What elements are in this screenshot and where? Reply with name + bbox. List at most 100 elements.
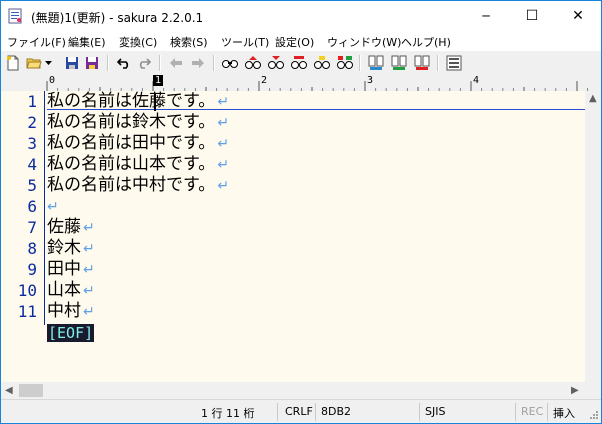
ruler-mark-4: 4 [473, 75, 480, 86]
search-button[interactable] [221, 54, 239, 72]
line-number: 1 [27, 92, 37, 111]
text-line-7[interactable]: 佐藤 ↵ [47, 217, 95, 239]
mark-icon [314, 56, 330, 69]
close-button[interactable]: ✕ [555, 1, 601, 31]
text-line-4[interactable]: 私の名前は山本です。 ↵ [47, 154, 229, 176]
settings-icon [446, 55, 462, 71]
back-button[interactable] [167, 54, 185, 72]
replace-icon [291, 56, 307, 69]
line-text: 佐藤 [47, 217, 81, 237]
crlf-mark: ↵ [47, 199, 59, 215]
cursor-line-underline [47, 109, 585, 110]
scroll-left-icon[interactable]: ◀ [5, 385, 13, 396]
menu-bar: ファイル(F) 編集(E) 変換(C) 検索(S) ツール(T) 設定(O) ウ… [1, 31, 601, 51]
compare-button[interactable] [367, 54, 385, 72]
gutter-divider [44, 91, 45, 325]
line-number: 9 [27, 260, 37, 279]
ruler-corner [1, 75, 45, 91]
line-ending-status: CRLF [285, 405, 313, 418]
bookmark-button[interactable] [413, 54, 431, 72]
search-icon [222, 60, 238, 68]
crlf-mark: ↵ [217, 115, 230, 131]
text-line-10[interactable]: 山本 ↵ [47, 280, 95, 302]
menu-edit[interactable]: 編集(E) [68, 34, 106, 50]
menu-help[interactable]: ヘルプ(H) [401, 34, 451, 50]
bookmark-icon [414, 55, 430, 70]
open-dropdown-button[interactable] [43, 54, 53, 72]
forward-button[interactable] [189, 54, 207, 72]
save-icon [66, 57, 78, 69]
line-number: 11 [17, 302, 37, 321]
search-prev-button[interactable] [244, 54, 262, 72]
text-line-3[interactable]: 私の名前は田中です。 ↵ [47, 133, 229, 155]
line-number-gutter: 1 2 3 4 5 6 7 8 9 10 11 [1, 91, 45, 382]
text-line-11[interactable]: 中村 ↵ [47, 301, 95, 323]
mark-button[interactable] [313, 54, 331, 72]
line-text: 中村 [47, 301, 81, 321]
undo-icon [117, 58, 129, 69]
ruler: 0 1 2 3 4 [45, 75, 601, 92]
menu-file[interactable]: ファイル(F) [7, 34, 66, 50]
outline-button[interactable] [390, 54, 408, 72]
compare-icon [368, 55, 384, 70]
menu-settings[interactable]: 設定(O) [275, 34, 314, 50]
new-file-button[interactable] [4, 54, 22, 72]
line-number: 4 [27, 155, 37, 174]
redo-button[interactable] [135, 54, 153, 72]
status-separator [277, 403, 278, 421]
crlf-mark: ↵ [83, 241, 95, 257]
toolbar-separator [437, 55, 439, 71]
text-caret [154, 93, 156, 111]
undo-button[interactable] [115, 54, 133, 72]
replace-button[interactable] [290, 54, 308, 72]
crlf-mark: ↵ [217, 157, 230, 173]
search-prev-icon [245, 56, 261, 69]
status-separator [515, 403, 516, 421]
horizontal-scrollbar[interactable]: ◀ ▶ [1, 382, 585, 399]
window-title: (無題)1(更新) - sakura 2.2.0.1 [31, 11, 204, 25]
ruler-mark-0: 0 [49, 75, 56, 86]
line-number: 2 [27, 113, 37, 132]
save-all-button[interactable] [83, 54, 101, 72]
maximize-button[interactable]: ☐ [509, 1, 555, 31]
menu-window[interactable]: ウィンドウ(W) [327, 34, 401, 50]
scroll-right-icon[interactable]: ▶ [571, 385, 579, 396]
status-bar: 1 行 11 桁 CRLF 8DB2 SJIS REC 挿入 [1, 399, 601, 423]
status-separator [419, 403, 420, 421]
open-button[interactable] [25, 54, 43, 72]
cursor-position: 1 行 11 桁 [201, 407, 255, 420]
menu-convert[interactable]: 変換(C) [119, 34, 157, 50]
text-line-8[interactable]: 鈴木 ↵ [47, 238, 95, 260]
line-text: 田中 [47, 259, 81, 279]
close-icon: ✕ [572, 8, 584, 24]
crlf-mark: ↵ [83, 262, 95, 278]
scroll-up-icon[interactable]: ▲ [589, 93, 597, 104]
forward-icon [192, 58, 204, 68]
text-line-9[interactable]: 田中 ↵ [47, 259, 95, 281]
grep-button[interactable] [336, 54, 354, 72]
text-editor[interactable]: 1 2 3 4 5 6 7 8 9 10 11 私の名前は佐藤です。 ↵ 私の名前… [1, 91, 585, 382]
line-text: 山本 [47, 280, 81, 300]
resize-grip-icon[interactable] [587, 410, 599, 422]
minimize-icon: ─ [482, 9, 490, 23]
line-text: 鈴木 [47, 238, 81, 258]
horizontal-scroll-thumb[interactable] [19, 384, 43, 397]
save-button[interactable] [63, 54, 81, 72]
settings-button[interactable] [445, 54, 463, 72]
text-line-2[interactable]: 私の名前は鈴木です。 ↵ [47, 112, 229, 134]
menu-search[interactable]: 検索(S) [170, 34, 208, 50]
search-next-button[interactable] [267, 54, 285, 72]
menu-tools[interactable]: ツール(T) [221, 34, 269, 50]
insert-mode-status: 挿入 [553, 407, 575, 420]
text-line-5[interactable]: 私の名前は中村です。 ↵ [47, 175, 229, 197]
line-text: 私の名前は山本です。 [47, 154, 216, 174]
line-text: 私の名前は田中です。 [47, 133, 216, 153]
new-file-icon [7, 55, 19, 71]
vertical-scrollbar[interactable]: ▲ [585, 91, 601, 382]
title-bar[interactable]: (無題)1(更新) - sakura 2.2.0.1 ─ ☐ ✕ [1, 1, 601, 31]
dropdown-arrow-icon [44, 61, 52, 65]
minimize-button[interactable]: ─ [463, 1, 509, 31]
crlf-mark: ↵ [217, 178, 230, 194]
toolbar-separator [213, 55, 215, 71]
text-line-6[interactable]: ↵ [47, 196, 59, 218]
